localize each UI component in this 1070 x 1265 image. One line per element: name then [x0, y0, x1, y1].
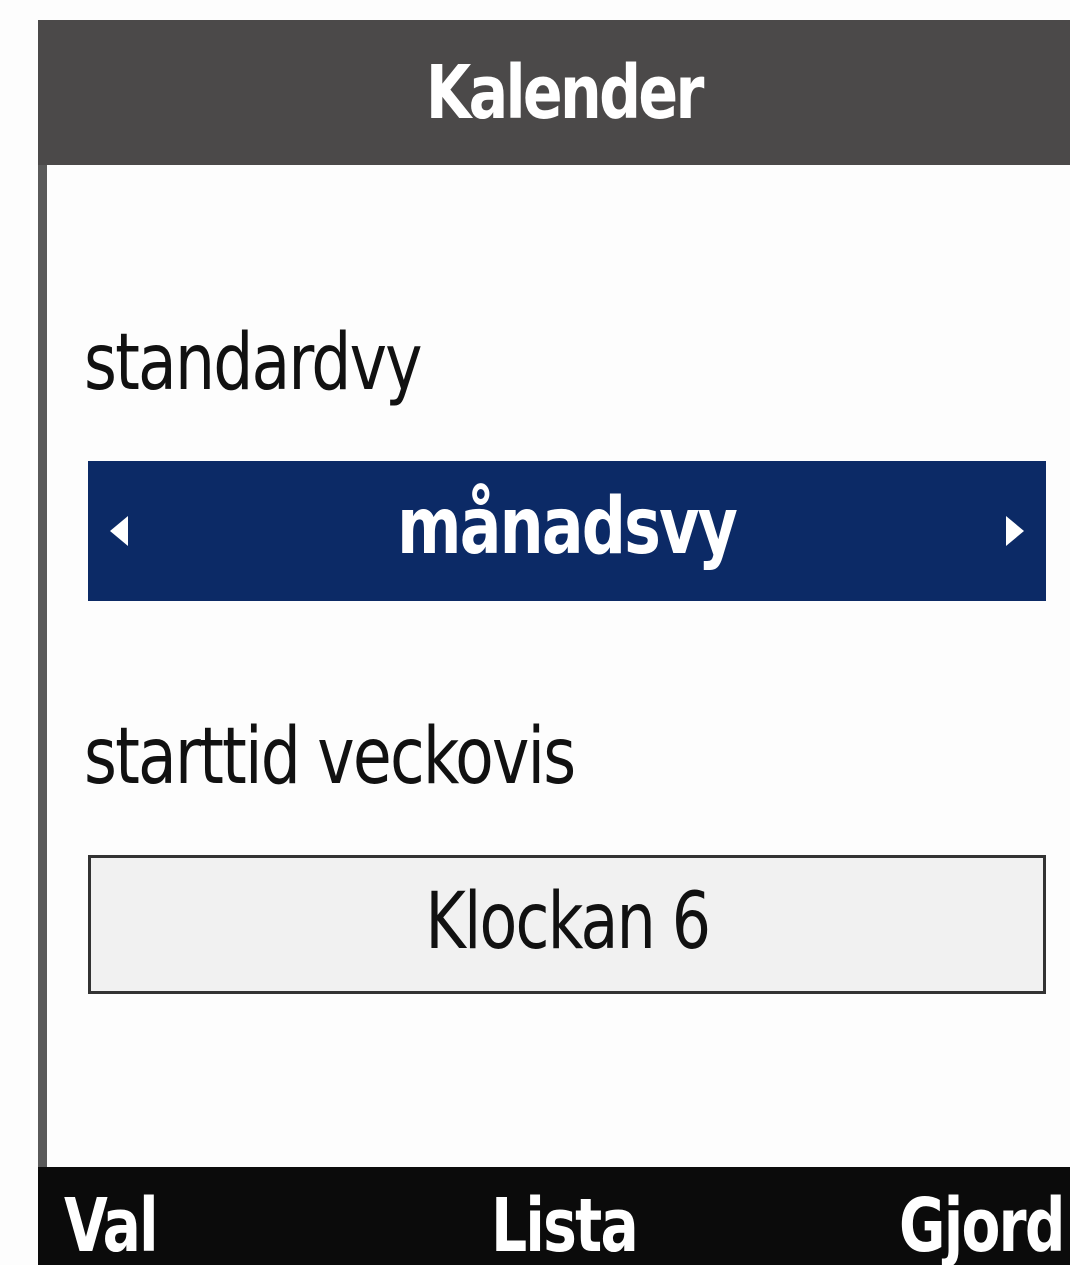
- default-view-label: standardvy: [84, 318, 423, 408]
- default-view-value: månadsvy: [397, 482, 738, 572]
- phone-screen: Kalender standardvy månadsvy starttid ve…: [0, 0, 1070, 1265]
- weekly-start-time-value: Klockan 6: [425, 876, 711, 967]
- default-view-selector[interactable]: månadsvy: [88, 461, 1046, 601]
- arrow-right-icon[interactable]: [1006, 516, 1024, 546]
- weekly-start-time-label: starttid veckovis: [84, 712, 576, 802]
- list-softkey[interactable]: Lista: [491, 1183, 639, 1265]
- arrow-left-icon[interactable]: [110, 516, 128, 546]
- page-title: Kalender: [426, 49, 705, 136]
- title-bar: Kalender: [38, 20, 1070, 165]
- options-softkey[interactable]: Val: [64, 1183, 159, 1265]
- softkey-bar: Val Lista Gjord: [38, 1167, 1070, 1265]
- done-softkey[interactable]: Gjord: [899, 1183, 1065, 1265]
- weekly-start-time-field[interactable]: Klockan 6: [88, 855, 1046, 994]
- screen-bezel: [38, 20, 47, 1265]
